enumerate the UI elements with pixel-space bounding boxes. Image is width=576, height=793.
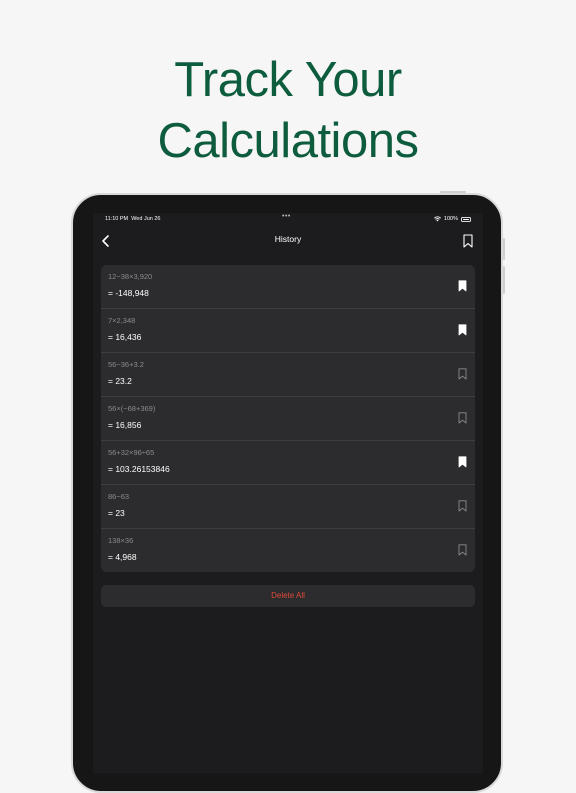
device-side-button-1 bbox=[503, 238, 505, 260]
bookmark-icon[interactable] bbox=[462, 234, 474, 248]
history-expression: 56×(−68+369) bbox=[108, 404, 156, 413]
history-result: = 23 bbox=[108, 508, 125, 518]
multitasking-dots[interactable]: ••• bbox=[282, 213, 291, 220]
nav-bar: History bbox=[93, 230, 483, 252]
history-row[interactable]: 138×36 = 4,968 bbox=[101, 529, 475, 572]
history-expression: 56−36+3.2 bbox=[108, 360, 144, 369]
history-row[interactable]: 56−36+3.2 = 23.2 bbox=[101, 353, 475, 397]
history-row[interactable]: 56×(−68+369) = 16,856 bbox=[101, 397, 475, 441]
history-result: = 23.2 bbox=[108, 376, 132, 386]
history-result: = 4,968 bbox=[108, 552, 137, 562]
device-side-button-2 bbox=[503, 266, 505, 294]
history-row[interactable]: 12−38×3,920 = -148,948 bbox=[101, 265, 475, 309]
status-bar: 11:10 PM Wed Jun 26 ••• 100% bbox=[93, 213, 483, 225]
history-result: = -148,948 bbox=[108, 288, 149, 298]
history-row[interactable]: 86−63 = 23 bbox=[101, 485, 475, 529]
bookmark-icon[interactable] bbox=[458, 412, 467, 424]
page-title: History bbox=[274, 234, 302, 244]
history-result: = 16,856 bbox=[108, 420, 142, 430]
bookmark-filled-icon[interactable] bbox=[458, 280, 467, 292]
history-result: = 103.26153846 bbox=[108, 464, 170, 474]
history-expression: 7×2,348 bbox=[108, 316, 136, 325]
status-right: 100% bbox=[433, 216, 471, 222]
bookmark-filled-icon[interactable] bbox=[458, 324, 467, 336]
battery-icon bbox=[461, 216, 471, 222]
history-row[interactable]: 56+32×96÷65 = 103.26153846 bbox=[101, 441, 475, 485]
device-top-button bbox=[440, 191, 466, 193]
history-result: = 16,436 bbox=[108, 332, 142, 342]
headline-line-1: Track Your bbox=[174, 53, 402, 107]
history-list: 12−38×3,920 = -148,948 7×2,348 = 16,436 56−3… bbox=[101, 265, 475, 572]
history-expression: 56+32×96÷65 bbox=[108, 448, 155, 457]
bookmark-icon[interactable] bbox=[458, 544, 467, 556]
history-expression: 138×36 bbox=[108, 536, 134, 545]
battery-percent: 100% bbox=[443, 216, 458, 222]
app-screen: 11:10 PM Wed Jun 26 ••• 100% History 12−… bbox=[93, 213, 483, 773]
history-expression: 12−38×3,920 bbox=[108, 272, 153, 281]
status-time: 11:10 PM Wed Jun 26 bbox=[105, 216, 161, 222]
bookmark-icon[interactable] bbox=[458, 368, 467, 380]
history-row[interactable]: 7×2,348 = 16,436 bbox=[101, 309, 475, 353]
wifi-icon bbox=[433, 216, 441, 222]
bookmark-icon[interactable] bbox=[458, 500, 467, 512]
promo-headline: Track Your Calculations bbox=[0, 50, 576, 172]
history-expression: 86−63 bbox=[108, 492, 130, 501]
headline-line-2: Calculations bbox=[157, 114, 419, 168]
bookmark-filled-icon[interactable] bbox=[458, 456, 467, 468]
delete-all-button[interactable]: Delete All bbox=[101, 585, 475, 607]
